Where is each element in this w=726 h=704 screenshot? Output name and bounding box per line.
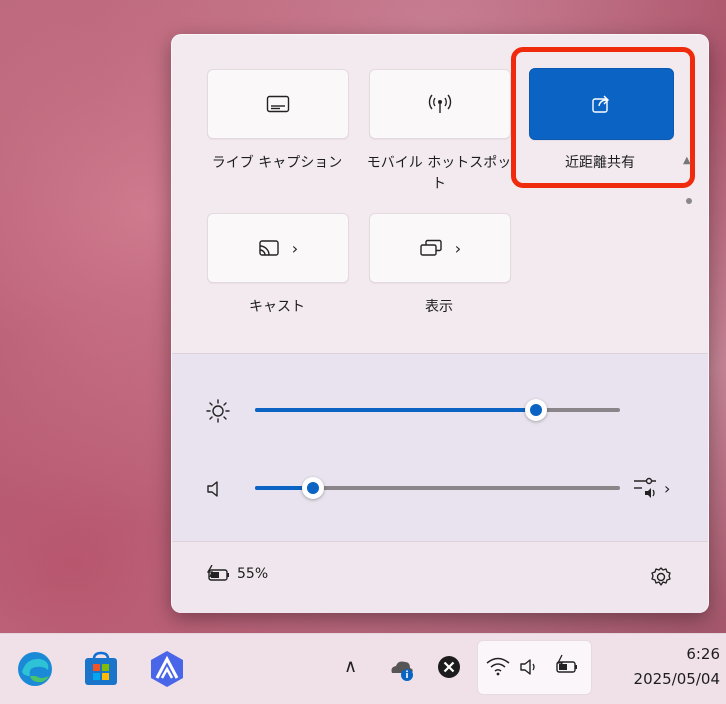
- volume-slider-thumb[interactable]: [302, 477, 324, 499]
- battery-status[interactable]: 55%: [206, 565, 268, 583]
- sliders-area: [172, 353, 708, 542]
- live-caption-tile[interactable]: [207, 69, 349, 139]
- chevron-right-icon[interactable]: ›: [455, 239, 461, 258]
- live-caption-icon: [266, 95, 290, 113]
- battery-charging-icon: [556, 654, 577, 673]
- battery-percent: 55%: [237, 566, 269, 582]
- edge-icon[interactable]: [16, 650, 54, 692]
- volume-mixer-icon: [634, 477, 656, 498]
- chevron-right-icon: ›: [664, 478, 671, 498]
- chevron-right-icon[interactable]: ›: [292, 239, 298, 258]
- app-a-icon[interactable]: [148, 649, 186, 693]
- speaker-icon[interactable]: [206, 480, 226, 498]
- clock-date[interactable]: 2025/05/04: [595, 670, 720, 688]
- brightness-icon: [206, 399, 230, 423]
- speaker-icon: [520, 659, 535, 675]
- project-label: 表示: [425, 299, 453, 315]
- onedrive-icon[interactable]: [388, 657, 416, 687]
- live-caption-label: ライブ キャプション: [211, 155, 343, 171]
- battery-charging-icon: [206, 565, 229, 581]
- cast-tile[interactable]: ›: [207, 213, 349, 283]
- mobile-hotspot-icon: [428, 94, 452, 113]
- wifi-icon: [486, 657, 510, 676]
- mobile-hotspot-label: モバイル ホットスポット: [366, 155, 512, 192]
- clock-time[interactable]: 6:26: [640, 645, 720, 663]
- project-tile[interactable]: ›: [369, 213, 511, 283]
- chevron-up-icon[interactable]: ∧: [344, 656, 357, 677]
- gear-icon[interactable]: [650, 566, 672, 588]
- volume-mixer-button[interactable]: ›: [632, 476, 670, 500]
- close-circle-icon[interactable]: [437, 655, 461, 683]
- scroll-indicator[interactable]: [686, 198, 692, 204]
- highlight-annotation: [511, 47, 695, 188]
- scroll-up-arrow-icon[interactable]: ▲: [683, 155, 691, 166]
- project-display-icon: [420, 239, 442, 256]
- brightness-slider-fill: [255, 408, 536, 412]
- cast-icon: [259, 240, 279, 256]
- brightness-slider-thumb[interactable]: [525, 399, 547, 421]
- microsoft-store-icon[interactable]: [82, 650, 120, 692]
- cast-label: キャスト: [249, 299, 305, 315]
- mobile-hotspot-tile[interactable]: [369, 69, 511, 139]
